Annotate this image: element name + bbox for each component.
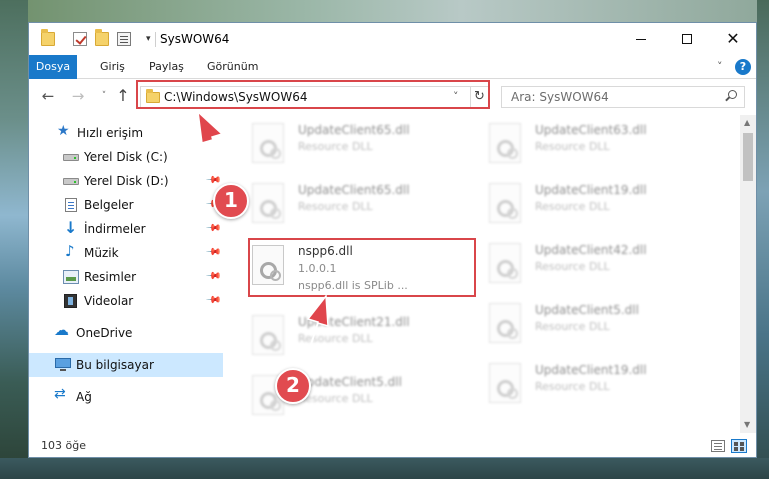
step-marker-2: 2	[275, 368, 311, 404]
step-marker-1: 1	[213, 183, 249, 219]
arrow-2	[299, 293, 329, 381]
annotation-arrows	[196, 110, 329, 381]
